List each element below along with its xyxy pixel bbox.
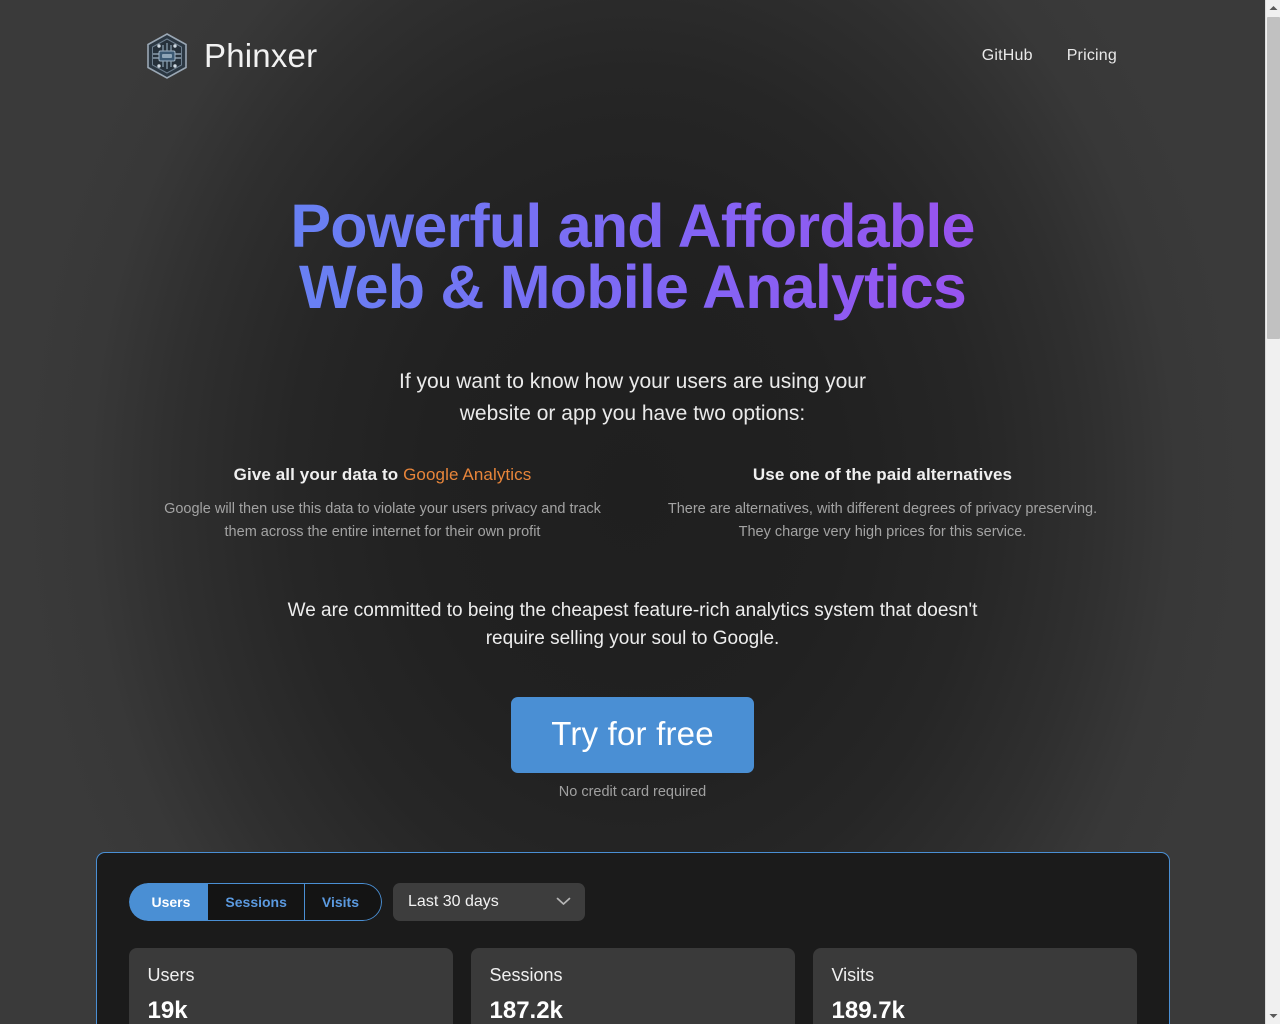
option-title: Give all your data to Google Analytics bbox=[157, 465, 609, 485]
stat-label: Visits bbox=[831, 964, 875, 985]
option-title-text: Use one of the paid alternatives bbox=[752, 464, 1013, 484]
commitment-line-1: We are committed to being the cheapest f… bbox=[287, 599, 978, 621]
stat-card-row: Users 19k Sessions 187.2k Visits 189.7k bbox=[97, 921, 1169, 1024]
stat-label: Sessions bbox=[489, 964, 563, 985]
option-description: Google will then use this data to violat… bbox=[164, 500, 601, 541]
chevron-down-icon bbox=[556, 897, 571, 906]
tab-sessions[interactable]: Sessions bbox=[207, 882, 304, 921]
nav-link-github[interactable]: GitHub bbox=[982, 47, 1033, 65]
page-root: Phinxer GitHub Pricing Powerful and Affo… bbox=[0, 0, 1265, 1024]
headline-line-2: Web & Mobile Analytics bbox=[298, 253, 967, 321]
option-title: Use one of the paid alternatives bbox=[657, 465, 1109, 485]
hero-section: Powerful and Affordable Web & Mobile Ana… bbox=[0, 112, 1265, 800]
tab-users[interactable]: Users bbox=[128, 882, 208, 921]
site-header: Phinxer GitHub Pricing bbox=[0, 0, 1265, 112]
dashboard-preview-panel: Users Sessions Visits Last 30 days Users… bbox=[95, 851, 1170, 1024]
stat-card-visits: Visits 189.7k bbox=[812, 947, 1137, 1024]
main-nav: GitHub Pricing bbox=[982, 47, 1117, 65]
commitment-statement: We are committed to being the cheapest f… bbox=[0, 597, 1265, 653]
nav-link-pricing[interactable]: Pricing bbox=[1067, 47, 1117, 65]
brand-name: Phinxer bbox=[204, 37, 318, 74]
option-paid-alternatives: Use one of the paid alternatives There a… bbox=[657, 465, 1109, 545]
stat-label: Users bbox=[147, 964, 195, 985]
cta-note: No credit card required bbox=[558, 783, 707, 800]
scroll-up-arrow-icon bbox=[1269, 6, 1278, 10]
scrollbar-down-button[interactable] bbox=[1266, 1008, 1280, 1024]
tab-visits[interactable]: Visits bbox=[303, 882, 383, 921]
try-for-free-button[interactable]: Try for free bbox=[511, 696, 754, 773]
page-title: Powerful and Affordable Web & Mobile Ana… bbox=[0, 196, 1265, 324]
subheading-line-2: website or app you have two options: bbox=[459, 402, 806, 426]
google-analytics-link[interactable]: Google Analytics bbox=[403, 465, 531, 484]
headline-line-1: Powerful and Affordable bbox=[290, 192, 975, 260]
stat-value: 19k bbox=[147, 996, 188, 1024]
stat-value: 189.7k bbox=[831, 996, 905, 1024]
hexagon-circuit-chip-icon bbox=[147, 33, 187, 79]
stat-card-sessions: Sessions 187.2k bbox=[470, 947, 795, 1024]
date-range-value: Last 30 days bbox=[408, 892, 499, 910]
subheading-line-1: If you want to know how your users are u… bbox=[399, 370, 866, 393]
cta-group: Try for free No credit card required bbox=[0, 696, 1265, 800]
option-title-text: Give all your data to bbox=[233, 464, 404, 484]
scrollbar-up-button[interactable] bbox=[1266, 0, 1280, 16]
scroll-down-arrow-icon bbox=[1269, 1014, 1278, 1018]
date-range-dropdown[interactable]: Last 30 days bbox=[393, 882, 586, 921]
option-description: There are alternatives, with different d… bbox=[667, 500, 1098, 541]
options-comparison: Give all your data to Google Analytics G… bbox=[0, 465, 1265, 545]
stat-value: 187.2k bbox=[489, 996, 563, 1024]
metric-tab-group: Users Sessions Visits bbox=[128, 882, 383, 921]
scrollbar-thumb[interactable] bbox=[1267, 17, 1280, 339]
stat-card-users: Users 19k bbox=[128, 947, 453, 1024]
vertical-scrollbar[interactable] bbox=[1265, 0, 1280, 1024]
brand-logo-group[interactable]: Phinxer bbox=[146, 33, 317, 79]
dashboard-controls: Users Sessions Visits Last 30 days bbox=[97, 882, 1169, 921]
hero-subheading: If you want to know how your users are u… bbox=[0, 366, 1265, 431]
option-google-analytics: Give all your data to Google Analytics G… bbox=[157, 465, 609, 545]
commitment-line-2: require selling your soul to Google. bbox=[485, 627, 780, 649]
